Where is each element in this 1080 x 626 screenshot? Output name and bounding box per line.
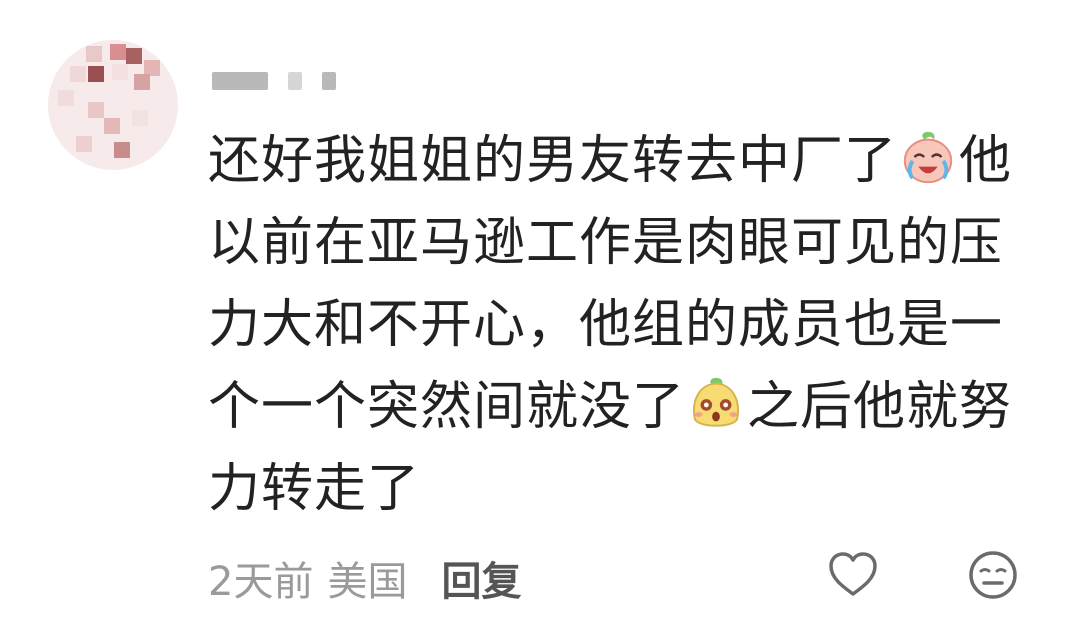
comment-line: 还好我姐姐的男友转去中厂了: [208, 131, 898, 191]
comment-text: 还好我姐姐的男友转去中厂了 他 以前在亚马逊工作是肉眼可见的压 力大和不开心，他…: [208, 120, 1048, 530]
meh-face-icon[interactable]: [966, 548, 1020, 602]
crying-face-emoji: [903, 131, 953, 184]
heart-outline-icon[interactable]: [826, 548, 880, 602]
avatar[interactable]: [48, 40, 178, 170]
comment-line-tail: 他: [959, 131, 1013, 191]
comment-line: 个一个突然间就没了: [208, 377, 686, 437]
comment-meta: 2天前 美国 回复: [208, 548, 521, 608]
surprised-face-emoji: [693, 377, 739, 427]
comment-line: 力大和不开心，他组的成员也是一: [208, 295, 1004, 355]
comment-time: 2天前: [208, 559, 314, 605]
comment-location: 美国: [327, 559, 408, 605]
comment-line: 以前在亚马逊工作是肉眼可见的压: [208, 213, 1004, 273]
comment-line-tail: 之后他就努: [747, 377, 1013, 437]
reply-button[interactable]: 回复: [441, 549, 521, 607]
comment-card: 还好我姐姐的男友转去中厂了 他 以前在亚马逊工作是肉眼可见的压 力大和不开心，他…: [0, 0, 1080, 626]
comment-line: 力转走了: [208, 459, 421, 519]
